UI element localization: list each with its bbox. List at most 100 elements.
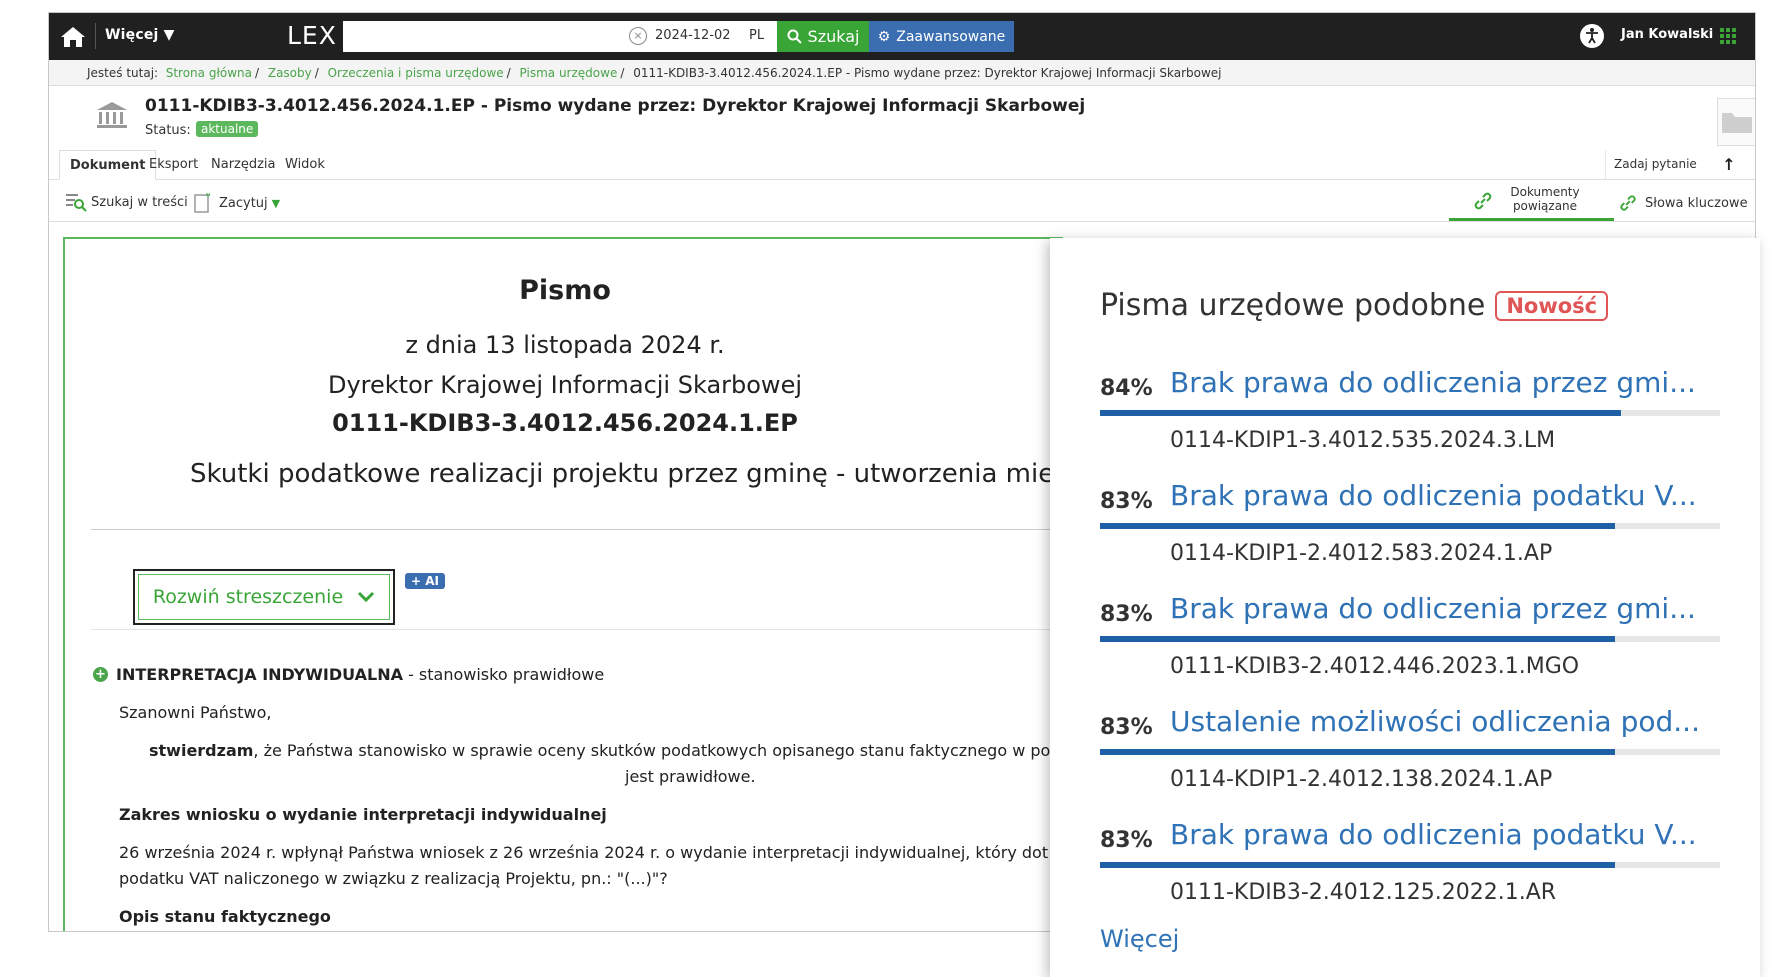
ask-question-button[interactable]: Zadaj pytanie [1605,150,1705,180]
declaration-text: , że Państwa stanowisko w sprawie oceny … [253,741,1051,760]
chevron-down-icon: ▼ [163,27,175,43]
status-label: Status: [145,123,191,138]
related-documents-button[interactable]: Dokumenty powiązane [1449,181,1614,221]
similarity-bar-fill [1100,862,1615,868]
ai-badge: + AI [405,573,445,589]
greeting: Szanowni Państwo, [119,703,272,722]
user-name[interactable]: Jan Kowalski [1621,27,1713,42]
tab-export[interactable]: Eksport [139,150,208,180]
chevron-down-icon: ▼ [271,196,281,210]
similar-item-signature: 0111-KDIB3-2.4012.125.2022.1.AR [1170,880,1557,905]
declaration: stwierdzam, że Państwa stanowisko w spra… [149,741,1050,760]
tab-view[interactable]: Widok [275,150,335,180]
similar-item[interactable]: 83% Brak prawa do odliczenia podatku V..… [1100,473,1720,586]
status-badge: aktualne [196,121,259,137]
facts-heading: Opis stanu faktycznego [119,907,331,926]
similarity-bar-fill [1100,523,1615,529]
breadcrumb-prefix: Jesteś tutaj: [87,66,159,80]
similarity-percent: 83% [1100,828,1153,853]
breadcrumb-link-rulings[interactable]: Orzeczenia i pisma urzędowe [328,66,504,80]
search-box: × 2024-12-02 PL [343,21,777,52]
interpretation-title: INTERPRETACJA INDYWIDUALNA [116,665,403,684]
accessibility-icon[interactable] [1580,24,1604,48]
similar-item-title[interactable]: Brak prawa do odliczenia przez gmi... [1170,366,1696,399]
similarity-bar-fill [1100,410,1621,416]
more-menu-label: Więcej [105,27,159,43]
similarity-bar-fill [1100,636,1615,642]
apps-grid-icon[interactable] [1719,27,1737,45]
document-authority: Dyrektor Krajowej Informacji Skarbowej [327,371,802,399]
similar-heading: Pisma urzędowe podobne Nowość [1100,288,1609,323]
separator [95,23,96,49]
similar-item-signature: 0111-KDIB3-2.4012.446.2023.1.MGO [1170,654,1580,679]
more-link[interactable]: Więcej [1100,925,1179,953]
institution-icon [97,102,127,128]
similar-item-title[interactable]: Brak prawa do odliczenia podatku V... [1170,479,1697,512]
language-select[interactable]: PL [749,28,764,43]
declaration-line2: jest prawidłowe. [625,767,756,786]
similar-item-signature: 0114-KDIP1-2.4012.583.2024.1.AP [1170,541,1553,566]
advanced-search-button[interactable]: ⚙ Zaawansowane [869,21,1014,52]
similar-item-title[interactable]: Ustalenie możliwości odliczenia pod... [1170,705,1700,738]
interpretation-verdict: - stanowisko prawidłowe [408,665,605,684]
link-icon [1474,192,1492,210]
tab-tools[interactable]: Narzędzia [201,150,286,180]
more-menu-button[interactable]: Więcej ▼ [105,27,175,43]
keywords-label: Słowa kluczowe [1645,195,1748,211]
date-field[interactable]: 2024-12-02 [655,28,731,43]
document-toolbar: Szukaj w treści “ Zacytuj ▼ Dokumenty po… [49,180,1755,222]
similar-item-title[interactable]: Brak prawa do odliczenia przez gmi... [1170,592,1696,625]
interpretation-line[interactable]: + INTERPRETACJA INDYWIDUALNA - stanowisk… [93,665,604,684]
body-text-line1: 26 września 2024 r. wpłynął Państwa wnio… [119,843,1049,862]
search-input[interactable] [343,21,623,52]
home-button[interactable] [57,21,89,53]
breadcrumb-link-home[interactable]: Strona główna [166,66,252,80]
document-title: 0111-KDIB3-3.4012.456.2024.1.EP - Pismo … [145,96,1086,116]
similarity-percent: 83% [1100,602,1153,627]
breadcrumb-link-resources[interactable]: Zasoby [268,66,312,80]
similarity-percent: 84% [1100,376,1153,401]
chevron-down-icon [358,591,375,603]
divider [91,529,1051,530]
cite-button[interactable]: “ Zacytuj ▼ [193,192,280,214]
link-icon [1620,195,1636,211]
declaration-bold: stwierdzam [149,741,254,760]
advanced-search-label: Zaawansowane [896,28,1006,45]
similar-item-signature: 0114-KDIP1-2.4012.138.2024.1.AP [1170,767,1553,792]
body-text-line2: podatku VAT naliczonego w związku z real… [119,869,668,888]
scope-heading: Zakres wniosku o wydanie interpretacji i… [119,805,607,824]
document-content: Pismo z dnia 13 listopada 2024 r. Dyrekt… [63,237,1063,931]
tab-bar: Dokument Eksport Narzędzia Widok Zadaj p… [49,150,1755,180]
search-in-text-button[interactable]: Szukaj w treści [65,192,188,212]
home-icon [61,27,85,47]
keywords-button[interactable]: Słowa kluczowe [1617,192,1748,214]
similarity-bar [1100,862,1720,868]
breadcrumb-link-letters[interactable]: Pisma urzędowe [520,66,618,80]
similar-item[interactable]: 83% Brak prawa do odliczenia podatku V..… [1100,812,1720,925]
arrow-up-icon[interactable]: ↑ [1709,150,1749,180]
folder-graphic [1722,113,1752,133]
similar-item-signature: 0114-KDIP1-3.4012.535.2024.3.LM [1170,428,1556,453]
expand-summary-button[interactable]: Rozwiń streszczenie [133,569,395,625]
similar-item[interactable]: 83% Ustalenie możliwości odliczenia pod.… [1100,699,1720,812]
breadcrumb: Jesteś tutaj: Strona główna / Zasoby / Orz… [49,60,1755,86]
similarity-bar-fill [1100,749,1615,755]
similar-documents-panel: Pisma urzędowe podobne Nowość 84% Brak p… [1050,238,1760,977]
svg-text:“: “ [205,192,211,205]
similar-item[interactable]: 83% Brak prawa do odliczenia przez gmi..… [1100,586,1720,699]
expand-summary-inner: Rozwiń streszczenie [138,574,390,620]
similar-item[interactable]: 84% Brak prawa do odliczenia przez gmi..… [1100,360,1720,473]
search-icon [787,29,802,44]
related-documents-label: Dokumenty powiązane [1510,185,1580,213]
breadcrumb-current: 0111-KDIB3-3.4012.456.2024.1.EP - Pismo … [633,66,1222,80]
similar-item-title[interactable]: Brak prawa do odliczenia podatku V... [1170,818,1697,851]
search-button[interactable]: Szukaj [777,21,869,52]
folder-icon[interactable] [1717,98,1755,146]
search-in-text-label: Szukaj w treści [91,194,188,210]
document-type: Pismo [519,275,611,306]
plus-icon: + [93,667,108,682]
expand-summary-label: Rozwiń streszczenie [152,586,344,608]
search-button-label: Szukaj [807,27,860,46]
document-signature: 0111-KDIB3-3.4012.456.2024.1.EP [332,409,798,437]
clear-icon[interactable]: × [629,27,647,45]
